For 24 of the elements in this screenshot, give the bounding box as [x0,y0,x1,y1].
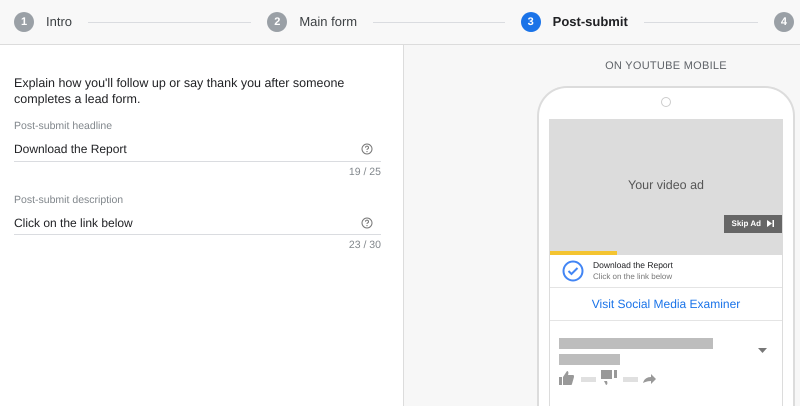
character-count: 23 / 30 [348,238,381,254]
cta-link[interactable]: Visit Social Media Examiner [592,294,740,312]
preview-title: ON YOUTUBE MOBILE [605,59,727,74]
skip-icon [767,220,774,227]
step-label[interactable]: Main form [299,12,358,32]
card-description: Click on the link below [593,270,673,282]
title-placeholder [559,354,620,364]
video-text: Your video ad [628,176,704,194]
text-field[interactable]: Download the Report [14,138,381,162]
help-icon[interactable] [361,143,373,156]
step-label[interactable]: Intro [46,12,72,32]
help-icon[interactable] [361,216,373,229]
dropdown-icon[interactable] [758,348,767,352]
step-label[interactable]: Post-submit [552,12,628,32]
intro-text: Explain how you'll follow up or say thank you after someone completes a lead form. [14,75,346,107]
character-count: 19 / 25 [348,164,381,180]
check-circle-icon [562,260,584,282]
text-field[interactable]: Click on the link below [14,211,381,236]
card-headline: Download the Report [593,260,673,270]
field-label: Post-submit description [14,192,124,208]
camera-icon [661,96,671,106]
skip-ad-button[interactable]: Skip Ad [724,214,782,232]
step-number[interactable]: 3 [520,12,541,32]
field-label: Post-submit headline [14,119,114,134]
